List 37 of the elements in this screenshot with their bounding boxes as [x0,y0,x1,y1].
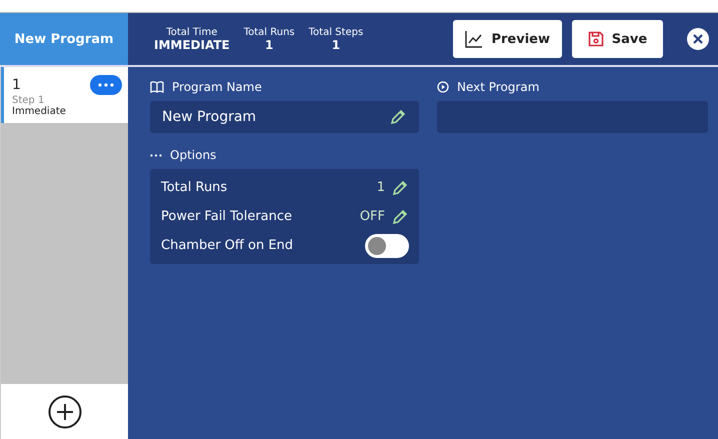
stat-label: Total Runs [244,26,295,38]
play-circle-icon [437,81,449,93]
add-step-button[interactable] [48,394,82,428]
close-icon [693,34,703,44]
option-label: Power Fail Tolerance [161,209,294,224]
next-program-field[interactable] [437,101,708,133]
preview-button[interactable]: Preview [453,20,562,58]
step-name: Step 1 [12,95,44,106]
pencil-icon[interactable] [391,178,409,196]
step-card[interactable]: 1 Step 1 Immediate [1,67,128,123]
stat-label: Total Steps [308,26,364,38]
step-number: 1 [12,77,21,93]
stat-value: 1 [265,38,274,52]
toggle-switch[interactable] [365,234,409,258]
option-value: 1 [376,180,385,195]
more-button[interactable] [90,75,122,95]
ellipsis-icon [98,83,114,87]
book-icon [150,81,164,93]
stat-value: 1 [332,38,340,52]
pencil-icon[interactable] [391,208,409,226]
stat-label: Total Time [166,26,218,38]
stat-value: IMMEDIATE [154,38,230,52]
save-icon [588,31,604,47]
option-label: Chamber Off on End [161,238,294,253]
option-label: Total Runs [161,180,228,195]
program-title: New Program [0,13,128,65]
field-label: Program Name [172,80,262,94]
option-value: OFF [360,209,385,224]
section-label: Options [170,148,216,162]
step-time: Immediate [12,106,67,117]
close-button[interactable] [687,28,709,50]
program-name-field[interactable]: New Program [150,101,419,133]
save-button[interactable]: Save [572,20,663,58]
chart-icon [465,30,484,48]
field-label: Next Program [457,80,540,94]
pencil-icon [389,108,407,126]
ellipsis-icon [150,154,162,156]
